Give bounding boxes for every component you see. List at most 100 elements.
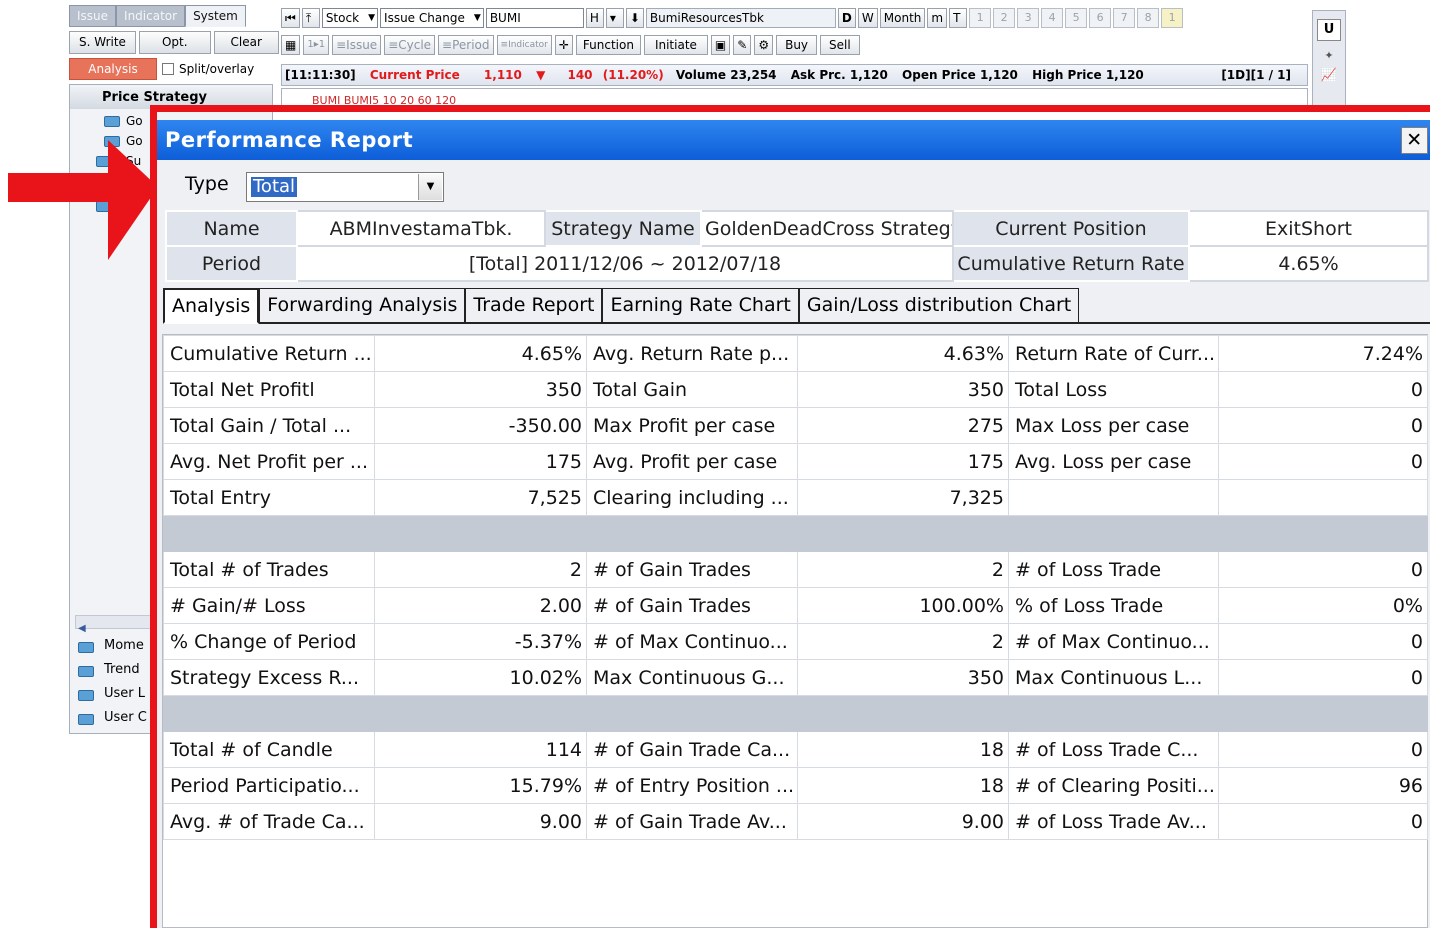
period-month-button[interactable]: Month — [879, 8, 926, 28]
metric-label: Total Entry — [163, 479, 375, 516]
cycle-button[interactable]: ≡Cycle — [384, 35, 436, 55]
metric-label: Period Participatio... — [163, 767, 375, 804]
metric-label — [586, 515, 798, 552]
section-separator — [163, 695, 1428, 732]
tree-item[interactable]: Go — [126, 113, 143, 129]
metric-label: Total # of Candle — [163, 731, 375, 768]
sell-button[interactable]: Sell — [820, 35, 860, 55]
period-t-button[interactable]: T — [949, 8, 968, 28]
metric-value: 18 — [797, 767, 1009, 804]
issue-button[interactable]: ≡Issue — [332, 35, 382, 55]
buy-button[interactable]: Buy — [776, 35, 818, 55]
category-item[interactable]: Mome — [76, 637, 144, 655]
period-d-button[interactable]: D — [837, 8, 856, 28]
top-icon[interactable]: ⤒ — [301, 8, 320, 28]
metric-value: 114 — [374, 731, 587, 768]
down-arrow-icon[interactable]: ⬇ — [625, 8, 644, 28]
number-button[interactable]: 3 — [1017, 8, 1040, 28]
metric-label: # Gain/# Loss — [163, 587, 375, 624]
tab-system[interactable]: System — [185, 5, 246, 27]
number-button[interactable]: 8 — [1137, 8, 1160, 28]
clear-button[interactable]: Clear — [213, 31, 279, 54]
strategy-name-value: GoldenDeadCross Strategy — [700, 210, 954, 247]
tool-icon[interactable]: ✦ — [1313, 49, 1345, 62]
analysis-table: Cumulative Return ... 4.65% Avg. Return Ra… — [163, 335, 1428, 840]
analysis-button[interactable]: Analysis — [69, 58, 157, 80]
split-overlay-checkbox[interactable] — [162, 63, 174, 75]
period-m-button[interactable]: m — [927, 8, 948, 28]
opt-button[interactable]: Opt. — [138, 31, 211, 54]
period-button[interactable]: ≡Period — [438, 35, 494, 55]
number-button[interactable]: 7 — [1113, 8, 1136, 28]
tab-earning-rate-chart[interactable]: Earning Rate Chart — [602, 288, 799, 322]
category-item[interactable]: Trend — [76, 661, 140, 679]
tab-analysis[interactable]: Analysis — [163, 288, 260, 324]
market-select[interactable]: Stock — [321, 8, 379, 28]
section-separator — [163, 515, 1428, 552]
chevron-down-icon[interactable]: ▼ — [418, 174, 442, 200]
metric-label: Avg. Return Rate p... — [586, 335, 798, 372]
split-overlay-option[interactable]: Split/overlay — [162, 60, 254, 78]
table-row: Period Participatio... 15.79% # of Entry P… — [163, 767, 1428, 804]
tab-indicator[interactable]: Indicator — [116, 5, 186, 27]
high-price: High Price 1,120 — [1032, 68, 1144, 82]
hl-button[interactable]: H — [585, 8, 604, 28]
metric-value: 18 — [797, 731, 1009, 768]
tab-issue[interactable]: Issue — [69, 5, 117, 27]
crosshair-icon[interactable]: ✛ — [554, 35, 573, 55]
number-button[interactable]: 2 — [993, 8, 1016, 28]
metric-value — [797, 515, 1009, 552]
save-icon[interactable]: ▣ — [710, 35, 731, 55]
number-button[interactable]: 1 — [969, 8, 992, 28]
performance-report-dialog: Performance Report ✕ Type Total ▼ Name A… — [157, 120, 1430, 928]
metric-label: Total Gain / Total ... — [163, 407, 375, 444]
scroll-left-icon[interactable]: ◀ — [76, 623, 86, 634]
close-icon[interactable]: ✕ — [1401, 127, 1428, 154]
metric-value: 2 — [797, 623, 1009, 660]
table-row: Cumulative Return ... 4.65% Avg. Return Ra… — [163, 335, 1428, 372]
settings-icon[interactable]: ⚙ — [754, 35, 774, 55]
number-button[interactable]: 1 — [1161, 8, 1184, 28]
code-input[interactable]: BUMI — [485, 8, 584, 28]
category-item[interactable]: User C — [76, 709, 147, 727]
metric-label: # of Gain Trades — [586, 587, 798, 624]
metric-value: 4.65% — [374, 335, 587, 372]
mode-select[interactable]: Issue Change — [380, 8, 484, 28]
chart-icon[interactable]: 📈 — [1313, 68, 1345, 83]
metric-value: 2.00 — [374, 587, 587, 624]
grid-icon[interactable]: ▦ — [281, 35, 301, 55]
period-w-button[interactable]: W — [857, 8, 878, 28]
u-button[interactable]: U — [1317, 19, 1341, 41]
metric-label: # of Loss Trade C... — [1008, 731, 1219, 768]
first-icon[interactable]: ⏮ — [281, 8, 300, 28]
s-write-button[interactable]: S. Write — [69, 31, 136, 54]
one-one-button[interactable]: 1▸1 — [303, 35, 330, 55]
metric-label: Avg. Net Profit per ... — [163, 443, 375, 480]
tab-gain-loss-distribution-chart[interactable]: Gain/Loss distribution Chart — [798, 288, 1080, 322]
volume: Volume 23,254 — [675, 68, 777, 82]
type-select[interactable]: Total ▼ — [246, 172, 444, 202]
tool-icon[interactable]: ✎ — [733, 35, 752, 55]
number-button[interactable]: 6 — [1089, 8, 1112, 28]
metric-value: 0 — [1218, 551, 1428, 588]
indicator-button[interactable]: ≡Indicator — [496, 35, 552, 55]
current-price-label: Current Price — [369, 68, 460, 82]
initiate-button[interactable]: Initiate — [643, 35, 708, 55]
category-item[interactable]: User L — [76, 685, 145, 703]
function-button[interactable]: Function — [575, 35, 641, 55]
number-button[interactable]: 4 — [1041, 8, 1064, 28]
tab-forwarding-analysis[interactable]: Forwarding Analysis — [259, 288, 466, 322]
table-row: Avg. Net Profit per ... 175 Avg. Profit pe… — [163, 443, 1428, 480]
metric-value: 0% — [1218, 587, 1428, 624]
metric-value: 0 — [1218, 407, 1428, 444]
metric-label: % of Loss Trade — [1008, 587, 1219, 624]
metric-label — [1008, 695, 1219, 732]
dialog-titlebar[interactable]: Performance Report ✕ — [157, 120, 1430, 160]
top-tabs: Issue Indicator System — [69, 5, 246, 27]
number-button[interactable]: 5 — [1065, 8, 1088, 28]
metric-value: -350.00 — [374, 407, 587, 444]
metric-label: Max Loss per case — [1008, 407, 1219, 444]
dropdown-icon[interactable]: ▾ — [605, 8, 624, 28]
metric-value: 9.00 — [374, 803, 587, 840]
tab-trade-report[interactable]: Trade Report — [465, 288, 603, 322]
